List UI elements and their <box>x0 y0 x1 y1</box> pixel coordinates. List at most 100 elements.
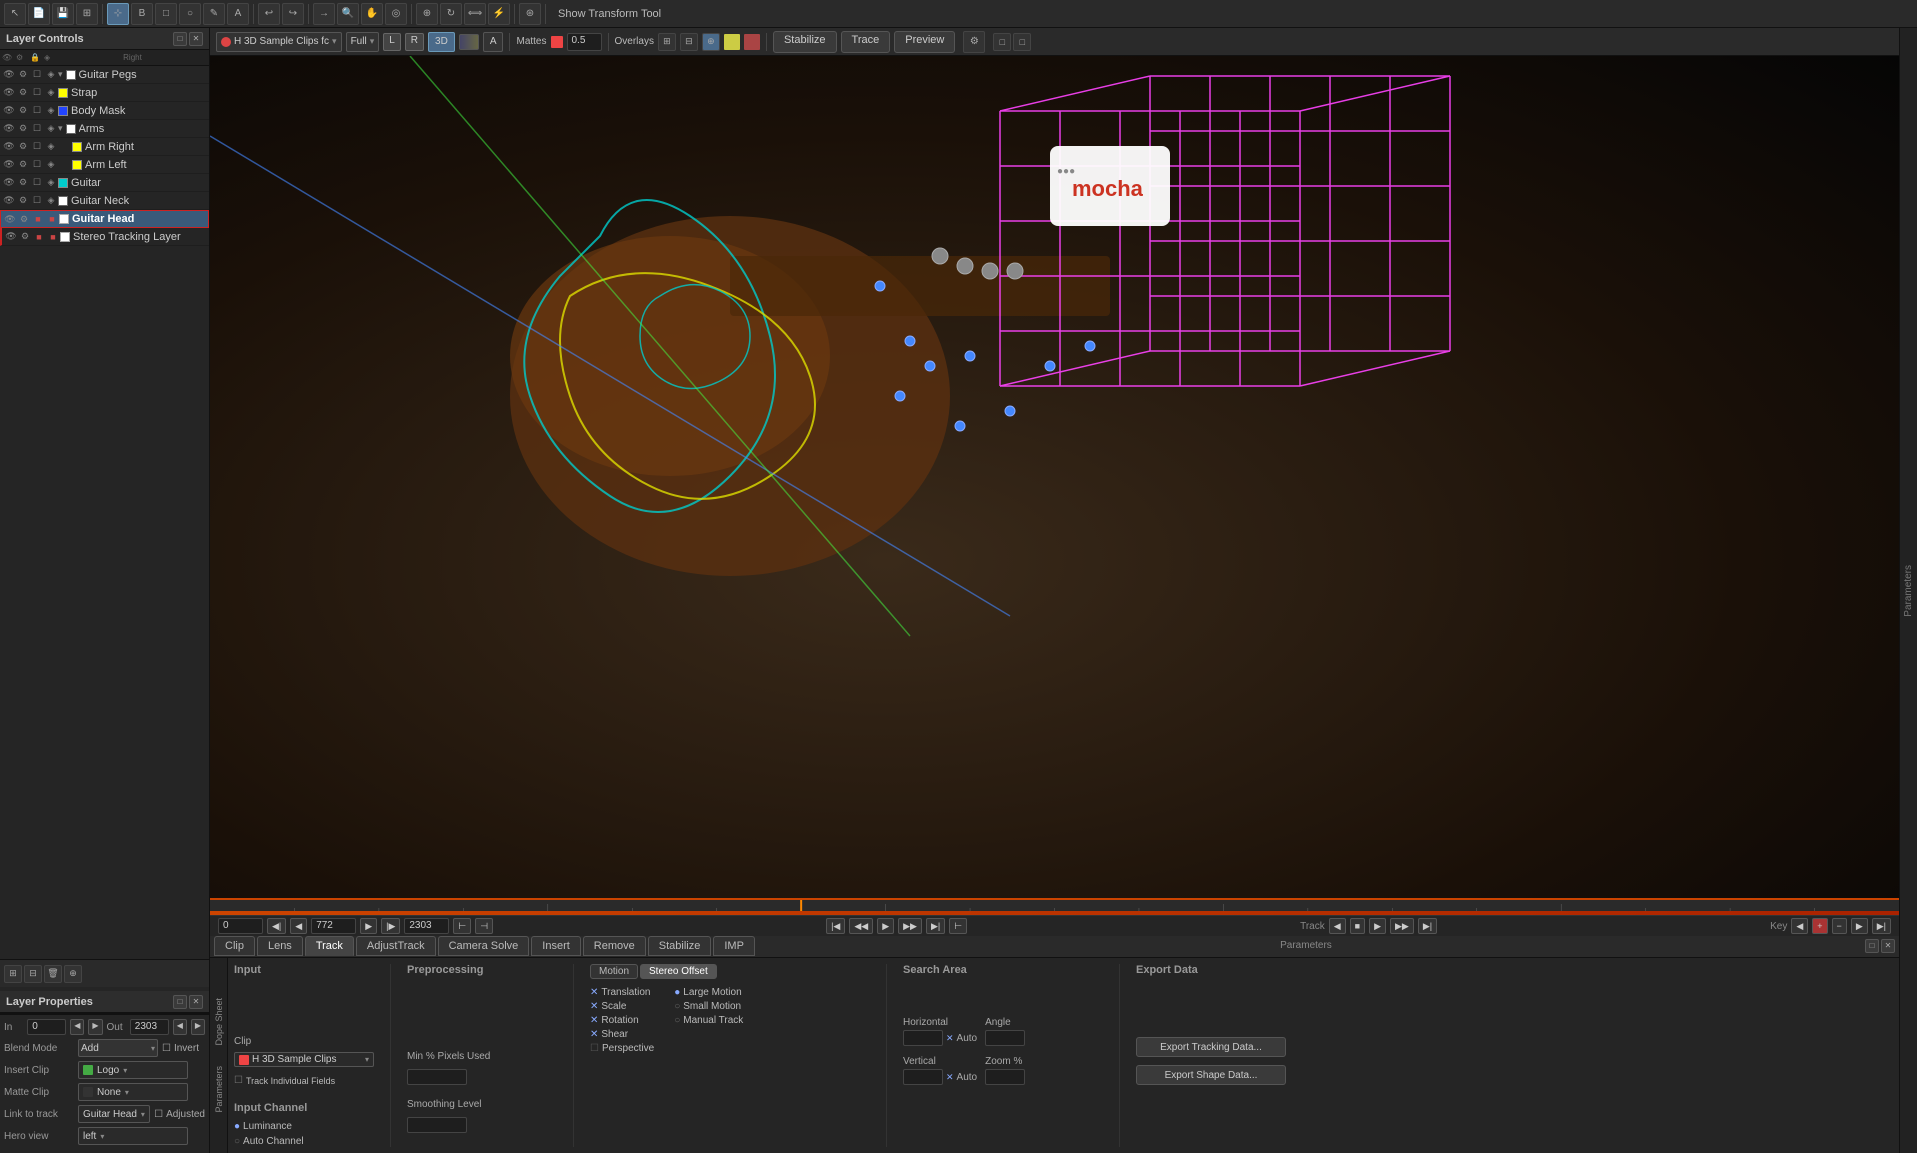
tc-track-back[interactable]: ◀ <box>1329 918 1346 934</box>
tc-prev[interactable]: ◀ <box>290 918 307 934</box>
duplicate-layer-icon[interactable]: ⊟ <box>24 965 42 983</box>
tc-key-end[interactable]: ▶| <box>1872 918 1891 934</box>
list-item[interactable]: 👁 ⚙ ■ ■ Stereo Tracking Layer <box>0 228 209 246</box>
gear-icon[interactable]: ⚙ <box>17 212 31 226</box>
tc-play-back[interactable]: ◀◀ <box>849 918 873 934</box>
file-icon[interactable]: 📄 <box>28 3 50 25</box>
delete-layer-icon[interactable]: 🗑 <box>44 965 62 983</box>
zoom-input[interactable]: 0 <box>985 1069 1025 1085</box>
tc-track-stop[interactable]: ■ <box>1350 918 1365 934</box>
tab-lens[interactable]: Lens <box>257 936 303 956</box>
gear-icon[interactable]: ⚙ <box>16 68 30 82</box>
lock-icon[interactable]: ■ <box>32 230 46 244</box>
right-btn[interactable]: R <box>405 33 424 51</box>
clip-dropdown[interactable]: H 3D Sample Clips fc ▾ <box>216 32 342 52</box>
vertical-input[interactable]: 100 <box>903 1069 943 1085</box>
tab-imp[interactable]: IMP <box>713 936 755 956</box>
smoothing-input[interactable]: 0 <box>407 1117 467 1133</box>
lock-icon[interactable]: ☐ <box>30 158 44 172</box>
tc-track-end[interactable]: ▶| <box>1418 918 1437 934</box>
list-item[interactable]: 👁 ⚙ ☐ ◈ Guitar Neck <box>0 192 209 210</box>
tab-clip[interactable]: Clip <box>214 936 255 956</box>
ref-icon[interactable]: ◈ <box>44 194 58 208</box>
lock-icon[interactable]: ☐ <box>30 104 44 118</box>
list-item[interactable]: 👁 ⚙ ☐ ◈ Strap <box>0 84 209 102</box>
rotation-check[interactable]: ✕ Rotation <box>590 1015 654 1026</box>
trace-btn[interactable]: Trace <box>841 31 891 53</box>
list-item[interactable]: 👁 ⚙ ☐ ◈ Body Mask <box>0 102 209 120</box>
scale-check[interactable]: ✕ Scale <box>590 1001 654 1012</box>
viewer-extra1[interactable]: □ <box>993 33 1011 51</box>
gear-icon[interactable]: ⚙ <box>16 122 30 136</box>
in-value[interactable]: 0 <box>27 1019 66 1035</box>
tc-play[interactable]: ▶ <box>877 918 894 934</box>
ref-icon[interactable]: ◈ <box>44 122 58 136</box>
tab-camerasolve[interactable]: Camera Solve <box>438 936 530 956</box>
ref-icon[interactable]: ◈ <box>44 140 58 154</box>
tc-key-del[interactable]: − <box>1832 918 1847 934</box>
lock-icon[interactable]: ■ <box>31 212 45 226</box>
tc-key-prev[interactable]: ◀ <box>1791 918 1808 934</box>
tc-end2[interactable]: ⊢ <box>949 918 967 934</box>
tab-track[interactable]: Track <box>305 936 354 956</box>
eye-icon[interactable]: 👁 <box>2 140 16 154</box>
frame-end[interactable]: 2303 <box>404 918 449 934</box>
overlay-value[interactable]: 0.5 <box>567 33 602 51</box>
luminance-radio[interactable]: ● Luminance <box>234 1121 374 1132</box>
track-individual-fields[interactable]: ☐ Track Individual Fields <box>234 1075 374 1086</box>
gear-icon[interactable]: ⚙ <box>16 140 30 154</box>
auto-channel-radio[interactable]: ○ Auto Channel <box>234 1136 374 1147</box>
lock-icon[interactable]: ☐ <box>30 86 44 100</box>
cursor-icon[interactable]: ⊹ <box>107 3 129 25</box>
invert-check[interactable]: ☐ Invert <box>162 1043 199 1054</box>
gear-icon[interactable]: ⚙ <box>16 176 30 190</box>
eye-icon[interactable]: 👁 <box>2 158 16 172</box>
stabilize-btn[interactable]: Stabilize <box>773 31 837 53</box>
tc-track-fwd2[interactable]: ▶▶ <box>1390 918 1414 934</box>
large-motion-radio[interactable]: ● Large Motion <box>674 987 743 998</box>
adjusted-check[interactable]: ☐ Adjusted <box>154 1109 205 1120</box>
tc-start[interactable]: ⊣ <box>475 918 493 934</box>
viewer-extra2[interactable]: □ <box>1013 33 1031 51</box>
ref-icon[interactable]: ■ <box>46 230 60 244</box>
hand-icon[interactable]: ✋ <box>361 3 383 25</box>
small-motion-radio[interactable]: ○ Small Motion <box>674 1001 743 1012</box>
eye-icon[interactable]: 👁 <box>2 122 16 136</box>
tc-step-back[interactable]: |◀ <box>826 918 845 934</box>
grid-icon[interactable]: ⊞ <box>76 3 98 25</box>
lock-icon[interactable]: ☐ <box>30 176 44 190</box>
ref-icon[interactable]: ◈ <box>44 176 58 190</box>
mattes-color[interactable] <box>551 36 563 48</box>
tab-remove[interactable]: Remove <box>583 936 646 956</box>
eye-icon[interactable]: 👁 <box>3 212 17 226</box>
settings-icon[interactable]: ⚙ <box>963 31 985 53</box>
expand-icon[interactable]: ▾ <box>58 69 63 80</box>
lock-icon[interactable]: ☐ <box>30 122 44 136</box>
translation-check[interactable]: ✕ Translation <box>590 987 654 998</box>
pen-icon[interactable]: ✎ <box>203 3 225 25</box>
frame-start[interactable]: 0 <box>218 918 263 934</box>
tc-key-next[interactable]: ▶ <box>1851 918 1868 934</box>
text-icon[interactable]: A <box>227 3 249 25</box>
tc-end[interactable]: ⊢ <box>453 918 471 934</box>
tc-next-key[interactable]: |▶ <box>381 918 400 934</box>
tc-key-add[interactable]: + <box>1812 918 1827 934</box>
in-arrow-left[interactable]: ◀ <box>70 1019 84 1035</box>
bottom-panel-expand[interactable]: □ <box>1865 939 1879 953</box>
tc-prev-key[interactable]: ◀| <box>267 918 286 934</box>
tab-stabilize[interactable]: Stabilize <box>648 936 712 956</box>
overlay-icon1[interactable]: ⊞ <box>658 33 676 51</box>
tc-step-fwd[interactable]: ▶| <box>926 918 945 934</box>
gear-icon[interactable]: ⚙ <box>16 194 30 208</box>
out-arrow-right[interactable]: ▶ <box>191 1019 205 1035</box>
panel-collapse-icon[interactable]: □ <box>173 32 187 46</box>
angle-input[interactable]: 0 <box>985 1030 1025 1046</box>
clip-select[interactable]: H 3D Sample Clips ▾ <box>234 1052 374 1067</box>
3d-btn[interactable]: 3D <box>428 32 455 52</box>
hero-view-dropdown[interactable]: left ▾ <box>78 1127 188 1145</box>
lock-icon[interactable]: ☐ <box>30 194 44 208</box>
redo-icon[interactable]: ↪ <box>282 3 304 25</box>
tab-adjusttrack[interactable]: AdjustTrack <box>356 936 436 956</box>
subtab-stereo-offset[interactable]: Stereo Offset <box>640 964 717 979</box>
save-icon[interactable]: 💾 <box>52 3 74 25</box>
